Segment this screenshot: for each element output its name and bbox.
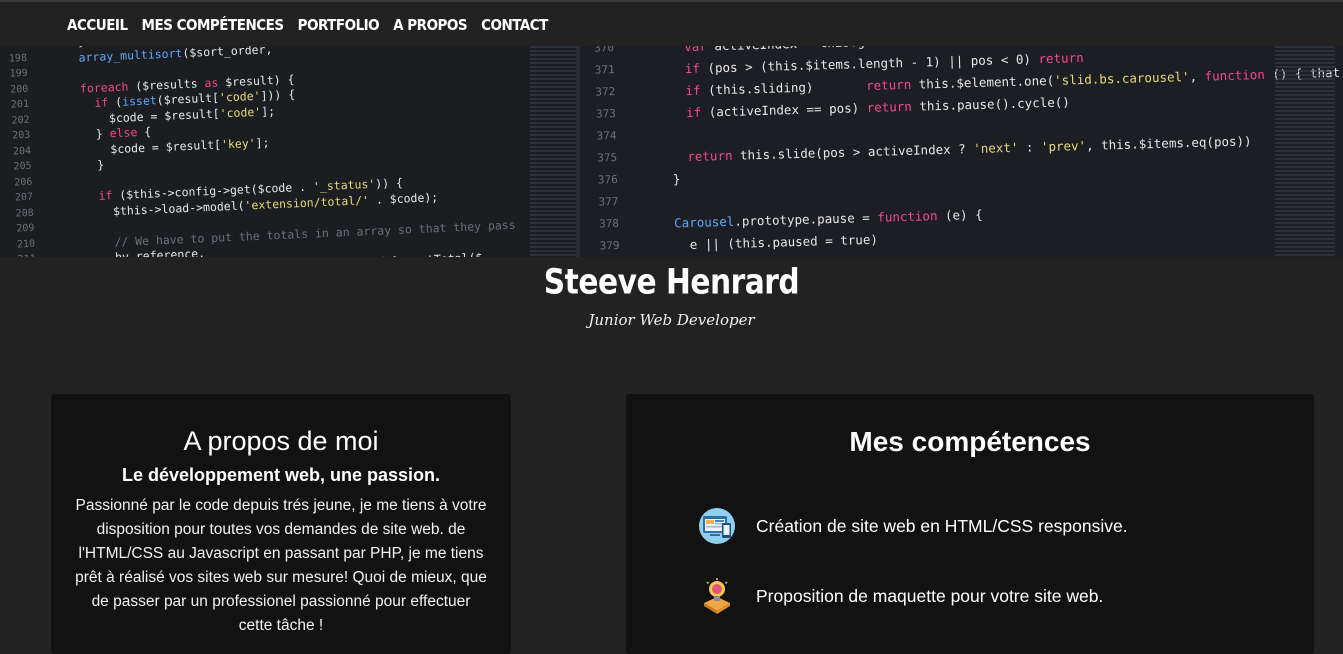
code-text: } [55, 157, 105, 174]
code-lines-left: 197 }198 array_multisort($sort_order,199… [0, 46, 520, 257]
line-number: 374 [596, 129, 617, 143]
code-lines-right: 370 var activeIndex = this.getItemIndex(… [580, 46, 1343, 257]
hero-code-banner: 197 }198 array_multisort($sort_order,199… [0, 46, 1343, 257]
skills-title: Mes compétences [849, 426, 1091, 457]
line-number: 373 [595, 107, 617, 121]
code-minimap-right [1275, 46, 1335, 257]
nav-link-competences[interactable]: MES COMPÉTENCES [142, 16, 285, 34]
idea-lightbulb-icon [704, 578, 730, 614]
skill-item: Création de site web en HTML/CSS respons… [698, 507, 1128, 545]
nav-link-contact[interactable]: CONTACT [481, 16, 548, 34]
code-pane-right: 370 var activeIndex = this.getItemIndex(… [580, 46, 1343, 257]
about-card: A propos de moi Le développement web, un… [51, 394, 511, 654]
about-subtitle: Le développement web, une passion. [121, 465, 441, 485]
developer-name: Steeve Henrard [543, 261, 800, 302]
code-text: } [657, 171, 681, 187]
line-number: 375 [597, 151, 618, 165]
nav-link-accueil[interactable]: ACCUEIL [67, 16, 128, 34]
about-title: A propos de moi [183, 426, 379, 456]
nav-link-a-propos[interactable]: A PROPOS [393, 16, 467, 34]
nav-item-portfolio: PORTFOLIO [298, 15, 380, 34]
line-number: 371 [594, 63, 615, 77]
code-pane-left: 197 }198 array_multisort($sort_order,199… [0, 46, 576, 257]
nav-item-a-propos: A PROPOS [393, 15, 467, 34]
developer-role: Junior Web Developer [588, 311, 755, 329]
responsive-website-icon [699, 508, 735, 544]
line-number: 378 [598, 216, 620, 231]
nav-item-accueil: ACCUEIL [67, 15, 128, 34]
about-text: Passionné par le code depuis trés jeune,… [75, 497, 487, 634]
skills-card: Mes compétences Création de site web en … [626, 394, 1314, 654]
line-number: 372 [595, 85, 616, 99]
code-minimap-left [530, 46, 580, 257]
skill-item: Proposition de maquette pour votre site … [698, 577, 1103, 615]
nav-item-competences: MES COMPÉTENCES [142, 15, 285, 34]
navbar: ACCUEIL MES COMPÉTENCES PORTFOLIO A PROP… [0, 0, 1343, 46]
skill-text: Proposition de maquette pour votre site … [756, 585, 1104, 606]
line-number: 376 [597, 173, 618, 187]
line-number: 377 [598, 194, 619, 209]
skill-text: Création de site web en HTML/CSS respons… [756, 515, 1128, 536]
nav-list: ACCUEIL MES COMPÉTENCES PORTFOLIO A PROP… [0, 2, 1343, 46]
line-number: 379 [599, 238, 620, 253]
name-header: Steeve Henrard Junior Web Developer [0, 261, 1343, 329]
nav-item-contact: CONTACT [481, 15, 548, 34]
nav-link-portfolio[interactable]: PORTFOLIO [298, 16, 380, 34]
